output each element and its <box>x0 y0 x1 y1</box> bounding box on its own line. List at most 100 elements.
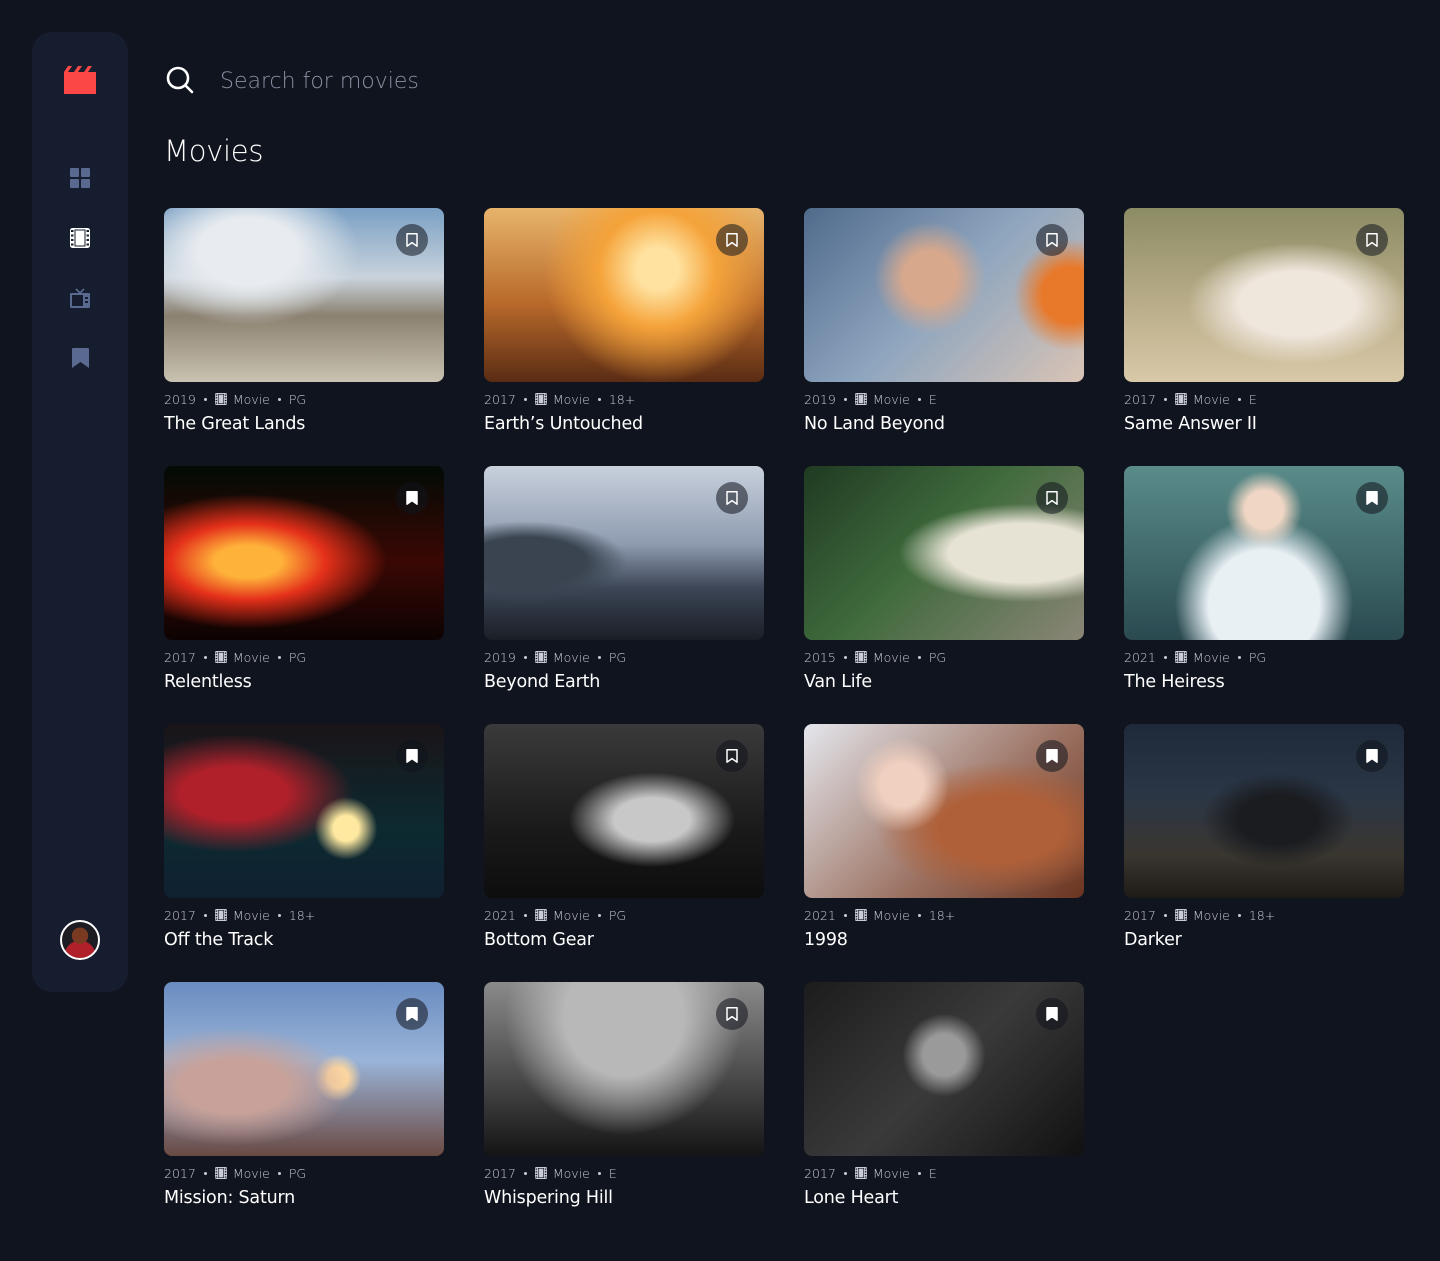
bookmark-button[interactable] <box>716 224 748 256</box>
movie-rating: 18+ <box>608 391 636 407</box>
movie-year: 2015 <box>804 649 836 665</box>
movie-thumbnail[interactable] <box>1124 466 1404 640</box>
bookmark-filled-icon <box>406 1007 418 1021</box>
movie-card[interactable]: 2019 Movie E No Land Beyond <box>804 208 1084 466</box>
bookmark-button[interactable] <box>396 740 428 772</box>
movie-thumbnail[interactable] <box>1124 208 1404 382</box>
movie-title[interactable]: Darker <box>1124 930 1404 950</box>
movie-rating: PG <box>1248 649 1267 665</box>
bookmark-button[interactable] <box>1356 482 1388 514</box>
movie-card[interactable]: 2021 Movie PG Bottom Gear <box>484 724 764 982</box>
movie-card[interactable]: 2015 Movie PG Van Life <box>804 466 1084 724</box>
separator-dot <box>523 655 527 659</box>
movie-category: Movie <box>232 391 270 407</box>
movie-title[interactable]: Earth’s Untouched <box>484 414 764 434</box>
grid-icon <box>70 168 90 188</box>
movie-year: 2017 <box>484 391 516 407</box>
separator-dot <box>843 655 847 659</box>
movie-thumbnail[interactable] <box>484 208 764 382</box>
bookmark-button[interactable] <box>1356 740 1388 772</box>
movie-meta: 2017 Movie 18+ <box>164 907 444 923</box>
bookmark-button[interactable] <box>716 998 748 1030</box>
sidebar-item-tv-series[interactable] <box>60 278 100 318</box>
movie-card[interactable]: 2017 Movie E Same Answer II <box>1124 208 1404 466</box>
bookmark-button[interactable] <box>1036 482 1068 514</box>
movie-thumbnail[interactable] <box>804 724 1084 898</box>
separator-dot <box>277 1171 281 1175</box>
movie-title[interactable]: Beyond Earth <box>484 672 764 692</box>
search-input[interactable] <box>220 62 780 100</box>
film-category-icon <box>534 909 547 921</box>
movie-card[interactable]: 2017 Movie PG Mission: Saturn <box>164 982 444 1240</box>
bookmark-button[interactable] <box>716 482 748 514</box>
movie-rating: PG <box>288 1165 307 1181</box>
movie-thumbnail[interactable] <box>1124 724 1404 898</box>
movie-title[interactable]: No Land Beyond <box>804 414 1084 434</box>
sidebar-item-movies[interactable] <box>60 218 100 258</box>
movie-meta: 2021 Movie PG <box>484 908 764 923</box>
movie-rating: 18+ <box>288 907 316 923</box>
sidebar-item-home[interactable] <box>60 158 100 198</box>
movie-thumbnail[interactable] <box>164 724 444 898</box>
movie-thumbnail[interactable] <box>804 982 1084 1156</box>
movie-title[interactable]: Relentless <box>164 672 444 692</box>
separator-dot <box>1163 397 1167 401</box>
movie-title[interactable]: The Great Lands <box>164 414 444 434</box>
movie-card[interactable]: 2019 Movie PG Beyond Earth <box>484 466 764 724</box>
movie-thumbnail[interactable] <box>164 982 444 1156</box>
movie-meta: 2015 Movie PG <box>804 649 1084 665</box>
movie-title[interactable]: Van Life <box>804 672 1084 692</box>
bookmark-button[interactable] <box>1036 998 1068 1030</box>
movie-title[interactable]: Bottom Gear <box>484 930 764 950</box>
movie-year: 2017 <box>164 649 196 665</box>
separator-dot <box>917 397 921 401</box>
movie-thumbnail[interactable] <box>484 724 764 898</box>
movie-meta: 2021 Movie PG <box>1124 649 1404 665</box>
movie-card[interactable]: 2017 Movie 18+ Darker <box>1124 724 1404 982</box>
movie-thumbnail[interactable] <box>164 208 444 382</box>
movie-category: Movie <box>1192 649 1230 665</box>
separator-dot <box>277 913 281 917</box>
bookmark-button[interactable] <box>396 998 428 1030</box>
movie-thumbnail[interactable] <box>484 466 764 640</box>
movie-card[interactable]: 2021 Movie 18+ 1998 <box>804 724 1084 982</box>
movie-card[interactable]: 2017 Movie E Lone Heart <box>804 982 1084 1240</box>
movie-title[interactable]: Mission: Saturn <box>164 1188 444 1208</box>
bookmark-button[interactable] <box>396 482 428 514</box>
movie-meta: 2019 Movie PG <box>484 650 764 665</box>
separator-dot <box>523 913 527 917</box>
movie-title[interactable]: Lone Heart <box>804 1188 1084 1208</box>
bookmark-button[interactable] <box>396 224 428 256</box>
movie-title[interactable]: 1998 <box>804 930 1084 950</box>
sidebar-item-bookmarks[interactable] <box>60 338 100 378</box>
bookmark-button[interactable] <box>1036 224 1068 256</box>
movie-year: 2021 <box>1124 649 1156 665</box>
film-clapper-icon[interactable] <box>64 66 96 94</box>
movie-title[interactable]: Whispering Hill <box>484 1188 764 1208</box>
movie-card[interactable]: 2017 Movie E Whispering Hill <box>484 982 764 1240</box>
bookmark-button[interactable] <box>1036 740 1068 772</box>
movie-card[interactable]: 2017 Movie PG Relentless <box>164 466 444 724</box>
bookmark-button[interactable] <box>1356 224 1388 256</box>
movie-title[interactable]: Off the Track <box>164 930 444 950</box>
movie-thumbnail[interactable] <box>804 208 1084 382</box>
movie-title[interactable]: Same Answer II <box>1124 414 1404 434</box>
movie-card[interactable]: 2019 Movie PG The Great Lands <box>164 208 444 466</box>
avatar[interactable] <box>60 920 100 960</box>
movie-thumbnail[interactable] <box>164 466 444 640</box>
movie-title[interactable]: The Heiress <box>1124 672 1404 692</box>
movie-rating: E <box>928 391 937 407</box>
movie-thumbnail[interactable] <box>484 982 764 1156</box>
separator-dot <box>277 655 281 659</box>
movie-thumbnail[interactable] <box>804 466 1084 640</box>
movie-card[interactable]: 2021 Movie PG The Heiress <box>1124 466 1404 724</box>
bookmark-filled-icon <box>406 491 418 505</box>
bookmark-button[interactable] <box>716 740 748 772</box>
bookmark-filled-icon <box>1366 491 1378 505</box>
movie-card[interactable]: 2017 Movie 18+ Earth’s Untouched <box>484 208 764 466</box>
movie-year: 2017 <box>1124 391 1156 407</box>
separator-dot <box>597 1171 601 1175</box>
movie-card[interactable]: 2017 Movie 18+ Off the Track <box>164 724 444 982</box>
separator-dot <box>597 913 601 917</box>
film-category-icon <box>534 1167 547 1179</box>
